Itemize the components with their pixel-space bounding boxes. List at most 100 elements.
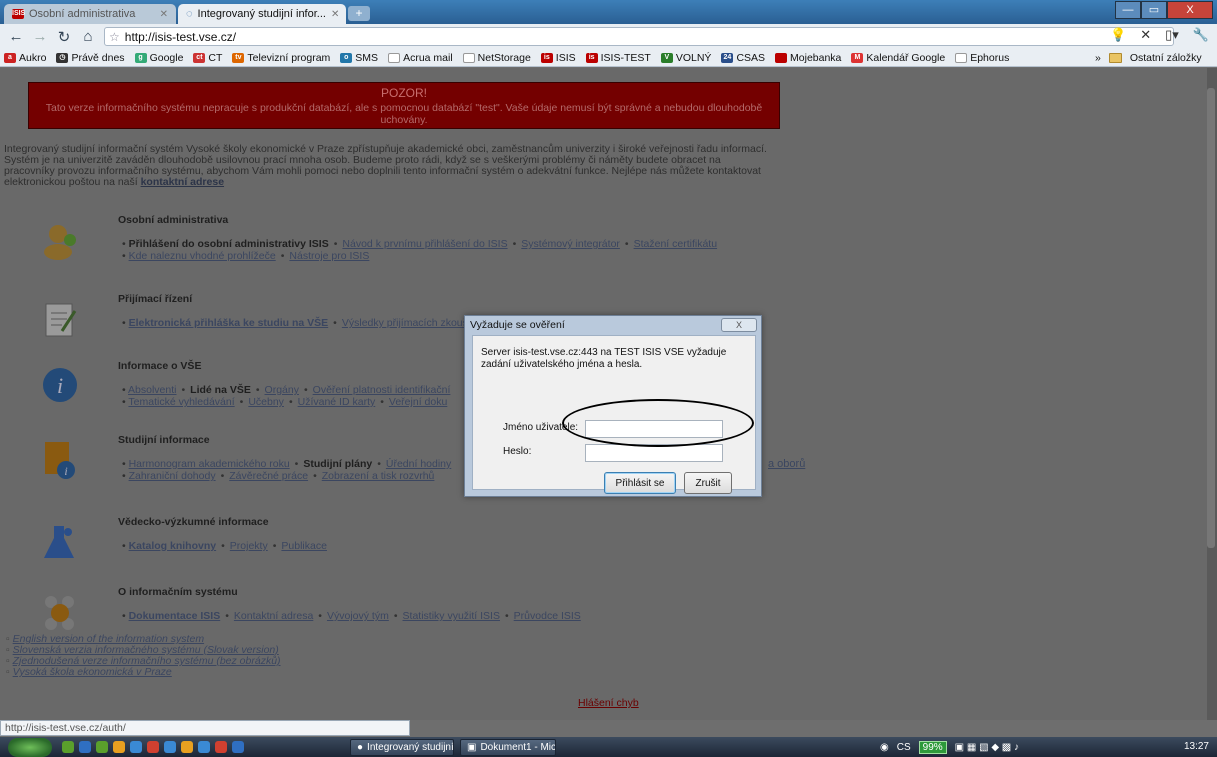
guide-link[interactable]: Průvodce ISIS bbox=[514, 610, 581, 622]
dev-team-link[interactable]: Vývojový tým bbox=[327, 610, 389, 622]
back-icon[interactable]: ← bbox=[8, 28, 24, 45]
app-icon[interactable] bbox=[147, 741, 159, 753]
bookmark-kalendar-google[interactable]: M Kalendář Google bbox=[851, 52, 945, 64]
public-docs-link[interactable]: Veřejní doku bbox=[389, 396, 447, 408]
bookmark-volny[interactable]: V VOLNÝ bbox=[660, 52, 711, 64]
app-icon[interactable] bbox=[164, 741, 176, 753]
vse-link[interactable]: Vysoká škola ekonomická v Praze bbox=[13, 666, 172, 678]
tools-link[interactable]: Nástroje pro ISIS bbox=[289, 250, 369, 262]
lightbulb-icon[interactable]: 💡 bbox=[1110, 27, 1126, 43]
bookmark-sms[interactable]: o SMS bbox=[340, 52, 378, 64]
app-icon[interactable] bbox=[215, 741, 227, 753]
theses-link[interactable]: Závěrečné práce bbox=[229, 470, 308, 482]
scrollbar-thumb[interactable] bbox=[1207, 88, 1215, 548]
error-report-link[interactable]: Hlášení chyb bbox=[578, 697, 639, 709]
new-tab-button[interactable]: + bbox=[348, 6, 370, 21]
documentation-link[interactable]: Dokumentace ISIS bbox=[129, 610, 221, 622]
login-button[interactable]: Přihlásit se bbox=[604, 472, 676, 494]
forward-icon[interactable]: → bbox=[32, 28, 48, 45]
close-icon[interactable]: ✕ bbox=[331, 9, 339, 20]
home-icon[interactable]: ⌂ bbox=[80, 28, 96, 45]
close-icon[interactable]: ✕ bbox=[160, 9, 168, 20]
library-catalog-link[interactable]: Katalog knihovny bbox=[129, 540, 217, 552]
bookmark-isis[interactable]: is ISIS bbox=[540, 52, 576, 64]
login-link[interactable]: Přihlášení do osobní administrativy ISIS bbox=[129, 238, 329, 250]
application-link[interactable]: Elektronická přihláška ke studiu na VŠE bbox=[129, 317, 329, 329]
book-info-icon: i bbox=[42, 440, 78, 479]
contact-address-link[interactable]: Kontaktní adresa bbox=[234, 610, 313, 622]
certificate-link[interactable]: Stažení certifikátu bbox=[634, 238, 717, 250]
foreign-agreements-link[interactable]: Zahraniční dohody bbox=[129, 470, 216, 482]
bookmark-prave-dnes[interactable]: ◷ Právě dnes bbox=[56, 52, 125, 64]
page-icon bbox=[462, 52, 475, 63]
fields-link[interactable]: a oborů bbox=[768, 458, 805, 470]
bookmark-google[interactable]: g Google bbox=[134, 52, 183, 64]
bookmark-televizni-program[interactable]: tv Televizní program bbox=[232, 52, 330, 64]
usage-stats-link[interactable]: Statistiky využití ISIS bbox=[403, 610, 500, 622]
banner-text: Tato verze informačního systému nepracuj… bbox=[45, 102, 763, 126]
dialog-close-button[interactable]: X bbox=[721, 318, 757, 332]
app-icon[interactable] bbox=[62, 741, 74, 753]
results-link[interactable]: Výsledky přijímacích zkoušek bbox=[342, 317, 479, 329]
bodies-link[interactable]: Orgány bbox=[265, 384, 299, 396]
office-hours-link[interactable]: Úřední hodiny bbox=[386, 458, 451, 470]
gears-icon bbox=[42, 594, 78, 632]
app-icon[interactable] bbox=[181, 741, 193, 753]
calendar-link[interactable]: Harmonogram akademického roku bbox=[129, 458, 290, 470]
app-icon[interactable] bbox=[79, 741, 91, 753]
thematic-search-link[interactable]: Tematické vyhledávání bbox=[128, 396, 234, 408]
network-icon[interactable]: ◉ bbox=[880, 742, 889, 753]
tab-integrovany-studijni[interactable]: ◌ Integrovaný studijní infor... ✕ bbox=[178, 4, 346, 24]
app-icon[interactable] bbox=[113, 741, 125, 753]
maximize-button[interactable]: ▭ bbox=[1141, 1, 1167, 19]
chevron-right-icon[interactable]: » bbox=[1095, 52, 1101, 64]
page-menu-icon[interactable]: ▯▾ bbox=[1165, 27, 1179, 43]
app-icon[interactable] bbox=[130, 741, 142, 753]
star-icon[interactable]: ☆ bbox=[109, 30, 120, 44]
bookmark-isis-test[interactable]: is ISIS-TEST bbox=[585, 52, 651, 64]
section-heading: Přijímací řízení bbox=[118, 293, 193, 305]
system-integrator-link[interactable]: Systémový integrátor bbox=[521, 238, 620, 250]
study-plans-link[interactable]: Studijní plány bbox=[303, 458, 372, 470]
tray-icons[interactable]: ▣ ▦ ▧ ◆ ▩ ♪ bbox=[955, 742, 1019, 753]
bookmark-mojebanka[interactable]: Mojebanka bbox=[775, 52, 841, 64]
battery-indicator[interactable]: 99% bbox=[918, 741, 947, 754]
password-label: Heslo: bbox=[503, 446, 532, 457]
bookmark-acrua-mail[interactable]: Acrua mail bbox=[388, 52, 453, 64]
projects-link[interactable]: Projekty bbox=[230, 540, 268, 552]
app-icon[interactable] bbox=[232, 741, 244, 753]
id-verify-link[interactable]: Ověření platnosti identifikační bbox=[313, 384, 451, 396]
publications-link[interactable]: Publikace bbox=[281, 540, 327, 552]
bookmark-ct[interactable]: ct CT bbox=[193, 52, 222, 64]
app-icon[interactable] bbox=[96, 741, 108, 753]
wrench-icon[interactable]: 🔧 bbox=[1193, 27, 1209, 43]
other-bookmarks[interactable]: Ostatní záložky bbox=[1130, 52, 1202, 64]
close-window-button[interactable]: X bbox=[1167, 1, 1213, 19]
timetable-link[interactable]: Zobrazení a tisk rozvrhů bbox=[322, 470, 435, 482]
taskbar-item-chrome[interactable]: ● Integrovaný studijní... bbox=[350, 739, 454, 756]
taskbar-item-word[interactable]: ▣Dokument1 - Micro... bbox=[460, 739, 556, 756]
id-cards-link[interactable]: Užívané ID karty bbox=[298, 396, 376, 408]
stop-icon[interactable]: ✕ bbox=[1140, 27, 1151, 43]
contact-link[interactable]: kontaktní adrese bbox=[141, 176, 224, 188]
first-login-guide-link[interactable]: Návod k prvnímu přihlášení do ISIS bbox=[342, 238, 507, 250]
start-button[interactable] bbox=[8, 738, 52, 757]
classrooms-link[interactable]: Učebny bbox=[248, 396, 284, 408]
address-bar[interactable]: ☆ http://isis-test.vse.cz/ bbox=[104, 27, 1174, 46]
app-icon[interactable] bbox=[198, 741, 210, 753]
bookmark-aukro[interactable]: a Aukro bbox=[4, 52, 46, 64]
reload-icon[interactable]: ↻ bbox=[56, 28, 72, 46]
people-link[interactable]: Lidé na VŠE bbox=[190, 384, 251, 396]
page-scrollbar[interactable] bbox=[1207, 68, 1217, 720]
bookmark-csas[interactable]: 24 CSAS bbox=[721, 52, 765, 64]
minimize-button[interactable]: — bbox=[1115, 1, 1141, 19]
graduates-link[interactable]: Absolventi bbox=[128, 384, 176, 396]
clock[interactable]: 13:27 bbox=[1184, 741, 1209, 752]
cancel-button[interactable]: Zrušit bbox=[684, 472, 732, 494]
language-indicator[interactable]: CS bbox=[897, 742, 911, 753]
tab-osobni-administrativa[interactable]: ISIS Osobní administrativa ✕ bbox=[4, 4, 176, 24]
browsers-link[interactable]: Kde naleznu vhodné prohlížeče bbox=[129, 250, 276, 262]
bookmark-netstorage[interactable]: NetStorage bbox=[462, 52, 531, 64]
bookmark-ephorus[interactable]: Ephorus bbox=[955, 52, 1009, 64]
bookmarks-overflow[interactable]: » Ostatní záložky bbox=[1095, 49, 1202, 66]
